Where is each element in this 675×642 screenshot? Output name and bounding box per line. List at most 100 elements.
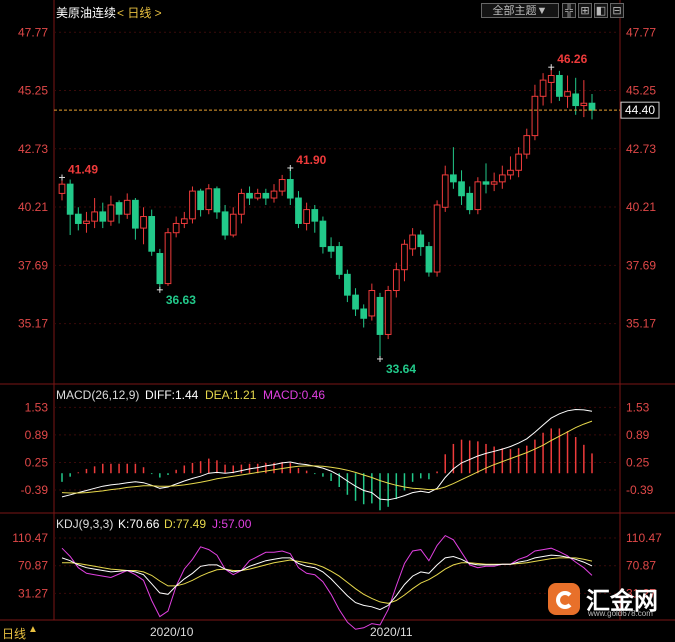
annotation-label-3: 33.64	[386, 362, 416, 376]
macd-tick-left-3: -0.39	[21, 483, 49, 497]
x-label-nov: 2020/11	[370, 625, 413, 639]
candle-body-37	[360, 308, 368, 319]
candle-body-36	[352, 294, 359, 310]
candle-body-30	[303, 209, 310, 224]
theme-dropdown-button[interactable]: 全部主题▼	[481, 3, 559, 18]
annotation-label-1: 36.63	[166, 293, 196, 307]
candle-body-52	[482, 181, 490, 185]
candle-body-6	[107, 204, 115, 222]
candle-body-35	[344, 273, 351, 296]
price-panel[interactable]: 44.40 41.49 36.63 41.90 33.64 46.26	[54, 52, 660, 376]
macd-histogram-value: MACD:0.46	[263, 388, 326, 402]
logo-url: www.gold678.com	[588, 609, 653, 618]
prev-button[interactable]: ◧	[594, 3, 608, 18]
candle-body-42	[401, 243, 408, 271]
kdj-k-line	[61, 554, 593, 611]
candle-body-44	[417, 234, 425, 248]
candle-body-20	[221, 211, 229, 236]
macd-tick-left-0: 1.53	[25, 400, 49, 414]
candle-body-14	[172, 222, 180, 234]
candle-body-1	[66, 183, 74, 215]
candle-body-15	[180, 218, 188, 224]
candle-body-11	[148, 216, 156, 252]
candle-body-60	[547, 74, 555, 83]
candle-body-48	[450, 174, 457, 183]
kdj-panel[interactable]	[61, 534, 593, 630]
annotation-label-0: 41.49	[68, 162, 98, 176]
crosshair-button[interactable]: ╬	[562, 3, 576, 18]
price-tick-left-0: 47.77	[18, 25, 48, 39]
macd-diff-value: DIFF:1.44	[145, 388, 199, 402]
macd-panel[interactable]	[61, 408, 593, 511]
candle-body-7	[115, 202, 123, 215]
period-tab[interactable]: 日线	[2, 625, 26, 642]
price-tick-left-2: 42.73	[18, 142, 48, 156]
period-selector[interactable]: < 日线 >	[117, 4, 162, 21]
candle-body-55	[507, 169, 514, 176]
candle-body-65	[588, 102, 596, 111]
kdj-d-value: D:77.49	[164, 517, 207, 531]
price-tick-left-3: 40.21	[18, 200, 48, 214]
candle-body-59	[539, 79, 547, 97]
candle-body-28	[286, 179, 294, 199]
candle-body-27	[278, 179, 286, 192]
annotation-label-4: 46.26	[557, 52, 587, 66]
kdj-k-value: K:70.66	[118, 517, 160, 531]
candle-body-10	[140, 216, 147, 229]
kdj-j-line	[61, 534, 593, 630]
candle-body-25	[262, 192, 270, 199]
site-logo: 汇金网 www.gold678.com	[548, 581, 668, 621]
candle-body-38	[368, 290, 376, 317]
macd-tick-right-1: 0.89	[626, 428, 650, 442]
current-price-label: 44.40	[625, 103, 655, 117]
candle-body-43	[409, 234, 416, 250]
price-tick-right-0: 47.77	[626, 25, 656, 39]
macd-dea-value: DEA:1.21	[205, 388, 257, 402]
candle-body-9	[132, 199, 139, 229]
price-tick-right-1: 45.25	[626, 84, 656, 98]
candle-body-39	[376, 296, 384, 335]
candle-body-21	[229, 213, 237, 236]
price-tick-left-1: 45.25	[18, 84, 48, 98]
kdj-j-value: J:57.00	[212, 517, 252, 531]
candle-body-63	[572, 93, 580, 107]
candle-body-24	[254, 192, 262, 199]
chart-canvas: 44.4041.4936.6341.9033.6446.26 47.77 47.7…	[0, 0, 675, 630]
candle-body-8	[123, 199, 131, 215]
candle-body-23	[246, 192, 253, 199]
candle-body-13	[164, 232, 172, 285]
period-tab-arrow-icon[interactable]: ▲	[28, 624, 38, 635]
axis-labels: 47.77 47.77 45.25 45.25 42.73 42.73 40.21 40.21…	[12, 25, 662, 600]
candle-body-33	[327, 246, 335, 252]
kdj-label: KDJ(9,3,3)	[56, 517, 114, 531]
candle-body-47	[441, 174, 449, 208]
kdj-d-line	[62, 557, 593, 604]
price-tick-right-5: 35.17	[626, 317, 656, 331]
macd-tick-right-2: 0.25	[626, 455, 650, 469]
macd-tick-right-3: -0.39	[626, 483, 654, 497]
x-label-oct: 2020/10	[150, 625, 194, 639]
candle-body-56	[515, 153, 522, 171]
candle-body-45	[425, 246, 433, 273]
logo-icon	[548, 583, 580, 615]
candle-body-3	[83, 220, 90, 224]
candle-body-41	[392, 269, 400, 292]
candle-body-62	[564, 91, 571, 97]
kdj-tick-left-1: 70.87	[18, 559, 48, 573]
candle-body-26	[270, 190, 278, 199]
kdj-tick-left-0: 110.47	[12, 531, 48, 545]
candle-body-64	[580, 102, 588, 107]
candle-body-5	[99, 211, 107, 222]
price-tick-right-3: 40.21	[626, 200, 656, 214]
candle-body-22	[238, 192, 245, 215]
candle-body-4	[91, 211, 98, 222]
zoom-in-button[interactable]: ⊞	[578, 3, 592, 18]
candle-body-18	[205, 188, 213, 211]
candle-body-2	[74, 213, 82, 224]
macd-tick-right-0: 1.53	[626, 400, 650, 414]
candle-body-61	[556, 74, 563, 97]
kdj-tick-left-2: 31.27	[18, 586, 48, 600]
next-button[interactable]: ⊟	[610, 3, 624, 18]
candle-body-19	[213, 188, 221, 213]
candle-body-53	[490, 181, 498, 185]
